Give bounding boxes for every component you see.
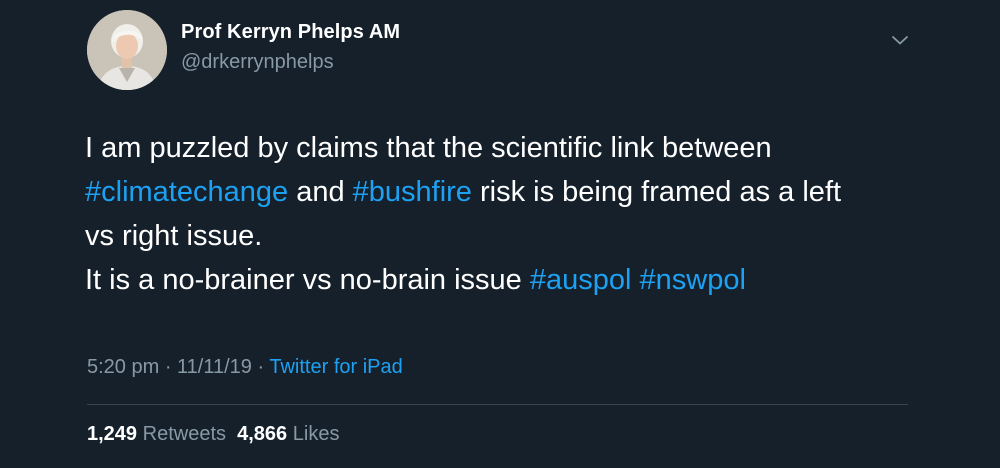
tweet-text-segment: It is a no-brainer vs no-brain issue <box>85 264 530 296</box>
tweet-text-line: vs right issue. <box>85 220 263 252</box>
hashtag-link[interactable]: #auspol <box>530 264 632 296</box>
tweet-text: I am puzzled by claims that the scientif… <box>85 126 925 302</box>
tweet-text-segment: risk is being framed as a left <box>471 176 842 208</box>
likes-label: Likes <box>292 423 340 445</box>
tweet-source-link[interactable]: Twitter for iPad <box>269 356 402 378</box>
author-name[interactable]: Prof Kerryn Phelps AM <box>181 21 400 44</box>
tweet-text-line: #climatechange and #bushfire risk is bei… <box>85 170 925 214</box>
likes-count: 4,866 <box>237 423 288 445</box>
avatar[interactable] <box>87 10 167 90</box>
retweets-count: 1,249 <box>87 423 138 445</box>
divider <box>87 404 908 405</box>
meta-separator: · <box>251 356 270 378</box>
tweet-date[interactable]: 11/11/19 <box>177 356 252 378</box>
hashtag-link[interactable]: #climatechange <box>85 176 288 208</box>
tweet-metadata: 5:20 pm · 11/11/19 · Twitter for iPad <box>87 356 403 379</box>
meta-separator: · <box>159 356 178 378</box>
hashtag-link[interactable]: #bushfire <box>353 176 472 208</box>
tweet-text-segment: and <box>288 176 353 208</box>
tweet-stats: 1,249 Retweets 4,866 Likes <box>87 423 339 446</box>
hashtag-link[interactable]: #nswpol <box>640 264 746 296</box>
retweets-stat[interactable]: 1,249 Retweets <box>87 423 226 445</box>
tweet-text-line: I am puzzled by claims that the scientif… <box>85 132 772 164</box>
tweet-time[interactable]: 5:20 pm <box>87 356 159 378</box>
likes-stat[interactable]: 4,866 Likes <box>237 423 339 445</box>
tweet-text-line: It is a no-brainer vs no-brain issue #au… <box>85 258 925 302</box>
tweet-detail: Prof Kerryn Phelps AM @drkerrynphelps I … <box>0 0 1000 468</box>
chevron-down-icon[interactable] <box>888 28 912 52</box>
avatar-portrait-image <box>87 10 167 90</box>
retweets-label: Retweets <box>142 423 226 445</box>
author-handle[interactable]: @drkerrynphelps <box>181 51 334 74</box>
